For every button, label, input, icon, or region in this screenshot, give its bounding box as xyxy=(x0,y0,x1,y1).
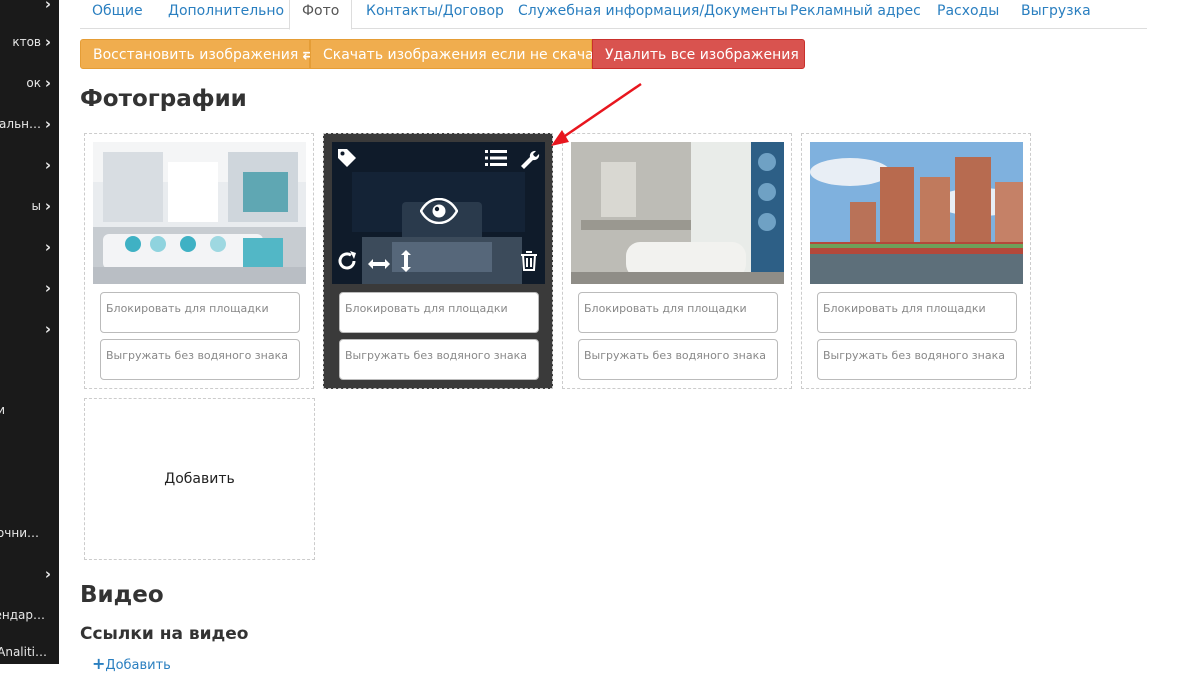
no-watermark-field[interactable]: Выгружать без водяного знака xyxy=(339,339,539,380)
sidebar-item[interactable]: › xyxy=(0,154,59,176)
sidebar-item[interactable]: очни… xyxy=(0,522,59,544)
chevron-right-icon: › xyxy=(45,154,51,176)
photo-bathroom[interactable] xyxy=(571,142,784,284)
chevron-right-icon: › xyxy=(45,318,51,340)
photo-card-selected: Блокировать для площадки Выгружать без в… xyxy=(323,133,553,389)
tab-photo[interactable]: Фото xyxy=(289,0,352,30)
sidebar-item[interactable]: › xyxy=(0,563,59,585)
photos-title: Фотографии xyxy=(80,86,247,112)
tag-icon[interactable] xyxy=(336,147,358,173)
sidebar-item[interactable]: › xyxy=(0,318,59,340)
tab-expenses[interactable]: Расходы xyxy=(925,0,1011,29)
trash-icon xyxy=(807,40,818,70)
restore-images-button[interactable]: Восстановить изображения⇄ xyxy=(80,39,310,69)
photo-card: Блокировать для площадки Выгружать без в… xyxy=(801,133,1031,389)
block-for-platform-field[interactable]: Блокировать для площадки xyxy=(339,292,539,333)
tab-general[interactable]: Общие xyxy=(80,0,155,29)
sidebar-item[interactable]: › xyxy=(0,236,59,258)
add-photo-label: Добавить xyxy=(85,471,314,487)
block-for-platform-field[interactable]: Блокировать для площадки xyxy=(578,292,778,333)
chevron-right-icon: › xyxy=(45,277,51,299)
sidebar-item[interactable]: ок› xyxy=(0,72,59,94)
photo-card: Блокировать для площадки Выгружать без в… xyxy=(562,133,792,389)
chevron-right-icon: › xyxy=(45,72,51,94)
rotate-icon[interactable] xyxy=(336,250,358,276)
sidebar-item[interactable]: › xyxy=(0,0,59,15)
list-icon[interactable] xyxy=(485,149,507,171)
video-links-title: Ссылки на видео xyxy=(80,624,249,644)
no-watermark-field[interactable]: Выгружать без водяного знака xyxy=(817,339,1017,380)
tab-ad-address[interactable]: Рекламный адрес xyxy=(778,0,933,29)
chevron-right-icon: › xyxy=(45,113,51,135)
sidebar: › ктов› ок› кальн…› › ы› › › › и очни… ›… xyxy=(0,0,59,664)
tab-additional[interactable]: Дополнительно xyxy=(156,0,296,29)
photo-bedroom[interactable] xyxy=(332,142,545,284)
video-title: Видео xyxy=(80,582,164,608)
sidebar-item[interactable]: ендар… xyxy=(0,604,59,626)
delete-all-images-button[interactable]: Удалить все изображения xyxy=(592,39,805,69)
flip-horizontal-icon[interactable] xyxy=(368,255,390,274)
chevron-right-icon: › xyxy=(45,195,51,217)
sidebar-item[interactable]: ктов› xyxy=(0,31,59,53)
add-photo-card[interactable]: Добавить xyxy=(84,398,315,560)
chevron-right-icon: › xyxy=(45,236,51,258)
trash-icon[interactable] xyxy=(520,251,538,275)
chevron-right-icon: › xyxy=(45,563,51,585)
tab-contacts[interactable]: Контакты/Договор xyxy=(354,0,516,29)
eye-icon[interactable] xyxy=(420,198,458,228)
tab-service-info[interactable]: Служебная информация/Документы xyxy=(506,0,800,29)
sidebar-item[interactable]: кальн…› xyxy=(0,113,59,135)
download-images-button[interactable]: Скачать изображения если не скачаны xyxy=(310,39,592,69)
sidebar-item[interactable]: ы› xyxy=(0,195,59,217)
flip-vertical-icon[interactable] xyxy=(400,250,412,276)
photo-living-room[interactable] xyxy=(93,142,306,284)
tab-bar: Общие Дополнительно Фото Контакты/Догово… xyxy=(80,0,1147,29)
sidebar-item[interactable]: › xyxy=(0,277,59,299)
no-watermark-field[interactable]: Выгружать без водяного знака xyxy=(578,339,778,380)
wrench-icon[interactable] xyxy=(518,147,540,173)
sidebar-item[interactable]: Analiti… xyxy=(0,641,59,663)
photo-building[interactable] xyxy=(810,142,1023,284)
no-watermark-field[interactable]: Выгружать без водяного знака xyxy=(100,339,300,380)
tab-export[interactable]: Выгрузка xyxy=(1009,0,1103,29)
block-for-platform-field[interactable]: Блокировать для площадки xyxy=(817,292,1017,333)
chevron-right-icon: › xyxy=(45,31,51,53)
chevron-right-icon: › xyxy=(45,0,51,15)
main-content: Общие Дополнительно Фото Контакты/Догово… xyxy=(59,0,1203,664)
sidebar-item[interactable]: и xyxy=(0,399,59,421)
block-for-platform-field[interactable]: Блокировать для площадки xyxy=(100,292,300,333)
photo-card: Блокировать для площадки Выгружать без в… xyxy=(84,133,314,389)
